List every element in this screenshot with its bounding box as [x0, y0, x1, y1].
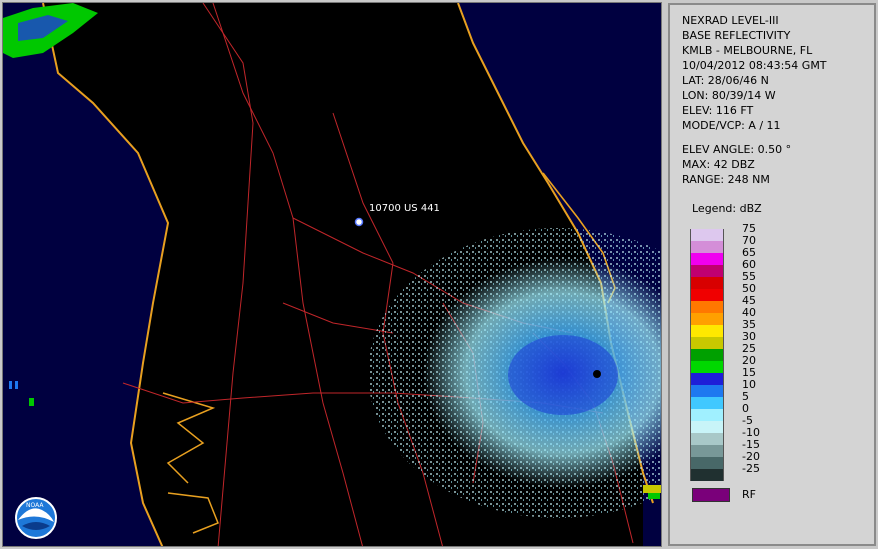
legend-swatch — [690, 349, 724, 361]
location-marker-label: 10700 US 441 — [369, 203, 440, 214]
legend-swatch — [690, 433, 724, 445]
elevation: ELEV: 116 FT — [682, 104, 754, 117]
latitude: LAT: 28/06/46 N — [682, 74, 769, 87]
station-name: KMLB - MELBOURNE, FL — [682, 44, 813, 57]
map-overlay — [3, 3, 661, 546]
product-line-1: NEXRAD LEVEL-III — [682, 14, 779, 27]
legend-swatch — [690, 373, 724, 385]
legend-title: Legend: dBZ — [692, 202, 762, 215]
legend-swatch — [690, 277, 724, 289]
radar-site-marker — [593, 370, 601, 378]
noaa-logo-text: NOAA — [26, 502, 44, 509]
max-dbz: MAX: 42 DBZ — [682, 158, 755, 171]
range: RANGE: 248 NM — [682, 173, 770, 186]
legend-swatch — [690, 457, 724, 469]
rf-label: RF — [742, 488, 756, 501]
legend-swatch — [690, 397, 724, 409]
legend-swatch — [690, 313, 724, 325]
scan-datetime: 10/04/2012 08:43:54 GMT — [682, 59, 827, 72]
legend-labels: 75 70 65 60 55 50 45 40 35 30 25 20 15 10 5 0 -5 -10 -15 -2… — [742, 223, 760, 475]
legend-swatch — [690, 289, 724, 301]
legend-swatch — [690, 361, 724, 373]
rf-swatch — [692, 488, 730, 502]
longitude: LON: 80/39/14 W — [682, 89, 776, 102]
tampa-bay-coast — [162, 392, 216, 484]
legend-color-bar — [690, 229, 730, 481]
product-line-2: BASE REFLECTIVITY — [682, 29, 791, 42]
legend-swatch — [690, 325, 724, 337]
gulf-water — [3, 3, 168, 546]
radar-core — [508, 335, 618, 415]
legend-label: -25 — [742, 462, 760, 475]
legend-swatch — [690, 253, 724, 265]
legend-swatch — [690, 421, 724, 433]
info-panel: NEXRAD LEVEL-III BASE REFLECTIVITY KMLB … — [668, 3, 876, 546]
radar-map[interactable]: 10700 US 441 NOAA — [2, 2, 662, 547]
location-marker-icon — [354, 217, 364, 227]
mode-vcp: MODE/VCP: A / 11 — [682, 119, 781, 132]
legend-swatch — [690, 469, 724, 481]
legend-swatch — [690, 337, 724, 349]
legend-swatch — [690, 445, 724, 457]
elevation-angle: ELEV ANGLE: 0.50 ° — [682, 143, 792, 156]
legend-swatch — [690, 229, 724, 241]
legend-swatch — [690, 241, 724, 253]
legend-swatch — [690, 409, 724, 421]
legend-swatch — [690, 385, 724, 397]
manatee-coast — [167, 492, 219, 534]
legend-swatch — [690, 265, 724, 277]
legend-swatch — [690, 301, 724, 313]
